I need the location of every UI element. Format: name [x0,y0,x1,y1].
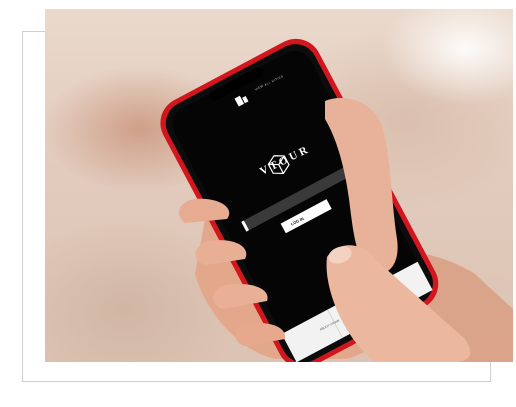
phone-in-hand-scene [160,38,513,362]
product-photo: VIEW ALL CITIES VTOUR LOG IN ABOUT VTOUR [45,9,513,362]
